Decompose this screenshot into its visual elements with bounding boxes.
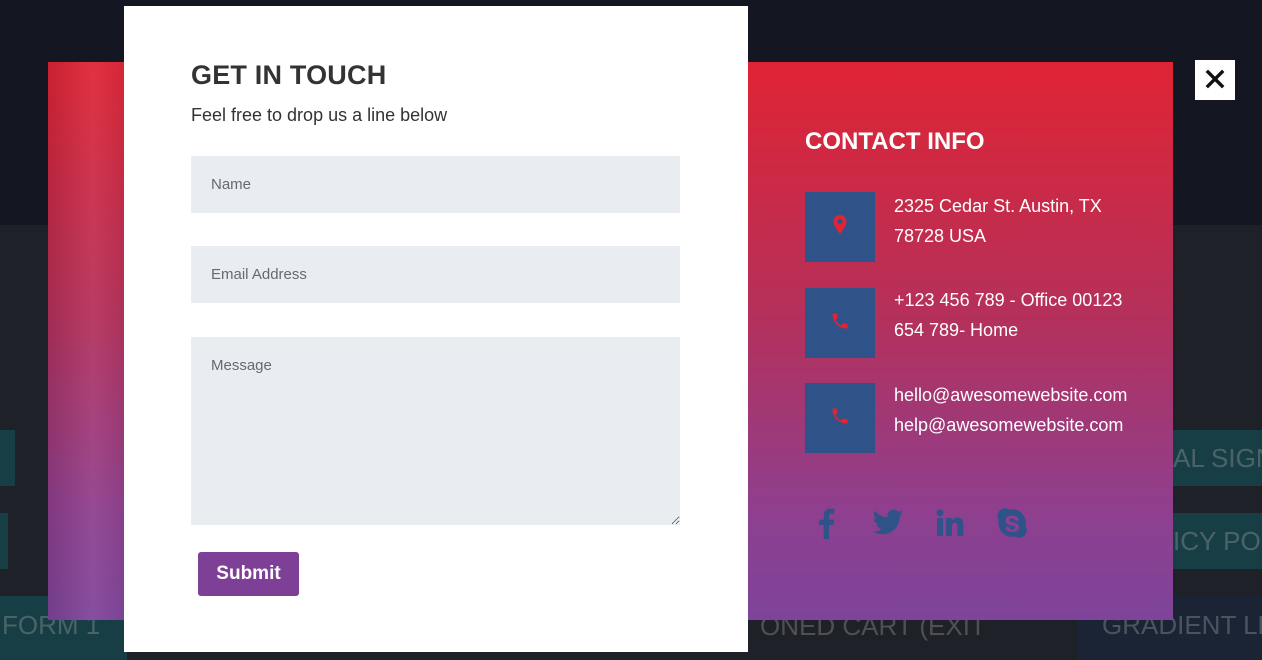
skype-icon[interactable] xyxy=(994,503,1030,543)
phone-icon xyxy=(830,406,850,431)
email-line-1[interactable]: hello@awesomewebsite.com xyxy=(894,381,1127,411)
social-links xyxy=(808,503,1030,543)
phone-row: +123 456 789 - Office 00123 654 789- Hom… xyxy=(805,288,1135,358)
contact-info-title: CONTACT INFO xyxy=(805,128,985,155)
email-text: hello@awesomewebsite.com help@awesomeweb… xyxy=(894,381,1127,440)
address-icon-box xyxy=(805,192,875,262)
twitter-icon[interactable] xyxy=(870,503,906,543)
message-textarea[interactable] xyxy=(191,337,680,525)
phone-icon-box xyxy=(805,288,875,358)
address-row: 2325 Cedar St. Austin, TX 78728 USA xyxy=(805,192,1135,262)
email-icon-box xyxy=(805,383,875,453)
name-input[interactable] xyxy=(191,156,680,213)
address-line-2: 78728 USA xyxy=(894,225,987,246)
form-subtitle: Feel free to drop us a line below xyxy=(191,105,448,125)
email-input[interactable] xyxy=(191,246,680,303)
map-pin-icon xyxy=(832,214,848,241)
email-line-2[interactable]: help@awesomewebsite.com xyxy=(894,411,1127,441)
phone-text: +123 456 789 - Office 00123 654 789- Hom… xyxy=(894,286,1122,345)
phone-line-1: +123 456 789 - Office 00123 xyxy=(894,290,1123,310)
contact-form-card: GET IN TOUCH Feel free to drop us a line… xyxy=(124,6,748,652)
form-title: GET IN TOUCH xyxy=(191,60,387,90)
close-icon xyxy=(1205,69,1225,92)
linkedin-icon[interactable] xyxy=(932,503,968,543)
address-text: 2325 Cedar St. Austin, TX 78728 USA xyxy=(894,192,1102,251)
email-row: hello@awesomewebsite.com help@awesomeweb… xyxy=(805,383,1135,453)
close-button[interactable] xyxy=(1195,60,1235,100)
phone-line-2: 654 789- Home xyxy=(894,319,1019,340)
address-line-1: 2325 Cedar St. Austin, TX xyxy=(894,196,1102,216)
submit-button[interactable]: Submit xyxy=(198,552,299,596)
facebook-icon[interactable] xyxy=(808,503,844,543)
phone-icon xyxy=(830,311,850,336)
